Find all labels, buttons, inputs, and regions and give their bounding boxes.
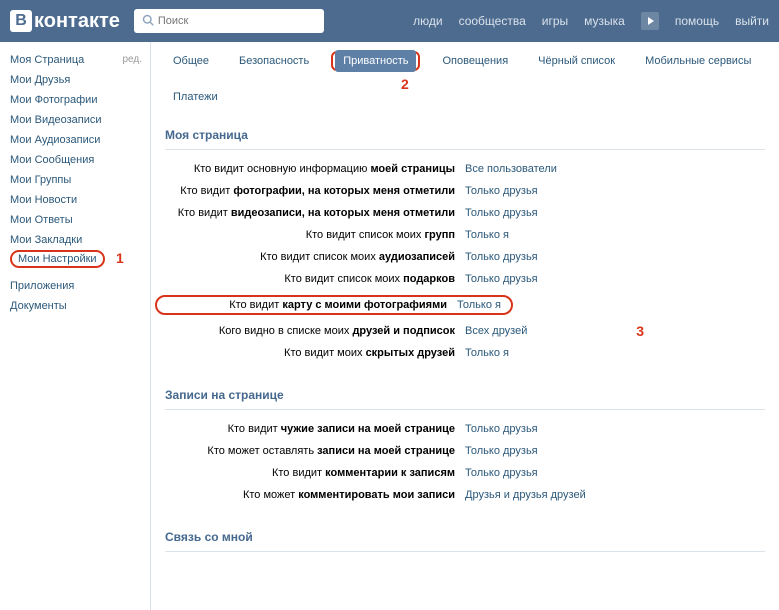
logo-text: контакте — [34, 10, 120, 33]
annotation-3: 3 — [636, 323, 644, 339]
privacy-row-value[interactable]: Только друзья — [465, 207, 538, 219]
privacy-row-value[interactable]: Только я — [465, 229, 509, 241]
section-contact: Связь со мной — [165, 524, 765, 552]
privacy-row-value[interactable]: Только друзья — [465, 251, 538, 263]
nav-help[interactable]: помощь — [675, 14, 719, 28]
sidebar-item-apps[interactable]: Приложения — [10, 276, 150, 296]
privacy-row: Кто может комментировать мои записиДрузь… — [165, 484, 765, 506]
privacy-row-label: Кто видит фотографии, на которых меня от… — [165, 185, 465, 197]
tab-notifications[interactable]: Оповещения — [434, 50, 516, 72]
sidebar-item-messages[interactable]: Мои Сообщения — [10, 150, 150, 170]
privacy-row: Кто видит чужие записи на моей страницеТ… — [165, 418, 765, 440]
privacy-row-label: Кто видит список моих подарков — [165, 273, 465, 285]
tab-blacklist[interactable]: Чёрный список — [530, 50, 623, 72]
sidebar-item-groups[interactable]: Мои Группы — [10, 170, 150, 190]
privacy-row: Кто видит комментарии к записямТолько др… — [165, 462, 765, 484]
privacy-row-label: Кто видит основную информацию моей стран… — [165, 163, 465, 175]
annotation-1: 1 — [116, 250, 124, 266]
tab-mobile[interactable]: Мобильные сервисы — [637, 50, 759, 72]
sidebar-item-mypage[interactable]: Моя Страница ред. — [10, 50, 150, 70]
privacy-row: Кто может оставлять записи на моей стран… — [165, 440, 765, 462]
sidebar-item-bookmarks[interactable]: Мои Закладки — [10, 230, 150, 250]
section-title: Записи на странице — [165, 382, 765, 410]
tab-general[interactable]: Общее — [165, 50, 217, 72]
privacy-row-value[interactable]: Только друзья — [465, 273, 538, 285]
logo-icon: B — [10, 10, 32, 32]
privacy-row-label: Кто может комментировать мои записи — [165, 489, 465, 501]
nav-games[interactable]: игры — [542, 14, 568, 28]
search-box[interactable] — [134, 9, 324, 33]
privacy-row: Кто видит список моих группТолько я — [165, 224, 765, 246]
play-icon[interactable] — [641, 12, 659, 30]
privacy-row-label: Кто видит видеозаписи, на которых меня о… — [165, 207, 465, 219]
tab-security[interactable]: Безопасность — [231, 50, 317, 72]
nav-logout[interactable]: выйти — [735, 14, 769, 28]
sidebar-item-docs[interactable]: Документы — [10, 296, 150, 316]
privacy-row: Кто видит моих скрытых друзейТолько я — [165, 342, 765, 364]
privacy-row-label: Кто видит список моих групп — [165, 229, 465, 241]
privacy-row-value[interactable]: Все пользователи — [465, 163, 557, 175]
privacy-row-value[interactable]: Друзья и друзья друзей — [465, 489, 586, 501]
privacy-row: Кто видит видеозаписи, на которых меня о… — [165, 202, 765, 224]
nav-music[interactable]: музыка — [584, 14, 625, 28]
privacy-row: Кого видно в списке моих друзей и подпис… — [165, 320, 765, 342]
sidebar-item-answers[interactable]: Мои Ответы — [10, 210, 150, 230]
sidebar-item-label: Мои Настройки — [18, 253, 97, 265]
section-wall: Записи на странице Кто видит чужие запис… — [165, 382, 765, 506]
annotation-2: 2 — [401, 76, 409, 92]
privacy-row: Кто видит список моих подарковТолько дру… — [165, 268, 765, 290]
section-my-page: Моя страница Кто видит основную информац… — [165, 122, 765, 364]
privacy-row-label: Кого видно в списке моих друзей и подпис… — [165, 325, 465, 337]
search-input[interactable] — [158, 15, 316, 27]
privacy-row-label: Кто видит карту с моими фотографиями — [167, 299, 457, 311]
nav-communities[interactable]: сообщества — [459, 14, 526, 28]
privacy-row-value[interactable]: Только друзья — [465, 445, 538, 457]
privacy-row: Кто видит список моих аудиозаписейТолько… — [165, 246, 765, 268]
tab-payments[interactable]: Платежи — [165, 86, 226, 108]
logo[interactable]: B контакте — [10, 10, 120, 33]
privacy-row-value[interactable]: Только я — [457, 299, 501, 311]
privacy-row-label: Кто может оставлять записи на моей стран… — [165, 445, 465, 457]
sidebar-item-settings[interactable]: Мои Настройки — [10, 250, 105, 268]
privacy-row: Кто видит фотографии, на которых меня от… — [165, 180, 765, 202]
privacy-row-value[interactable]: Только друзья — [465, 423, 538, 435]
sidebar-item-photos[interactable]: Мои Фотографии — [10, 90, 150, 110]
edit-link[interactable]: ред. — [122, 54, 142, 66]
privacy-row-value[interactable]: Только я — [465, 347, 509, 359]
privacy-row-label: Кто видит комментарии к записям — [165, 467, 465, 479]
annotation-highlight-row: Кто видит карту с моими фотографиямиТоль… — [155, 295, 513, 315]
settings-tabs: Общее Безопасность Приватность Оповещени… — [165, 50, 765, 108]
sidebar-item-friends[interactable]: Мои Друзья — [10, 70, 150, 90]
sidebar-item-audio[interactable]: Мои Аудиозаписи — [10, 130, 150, 150]
nav-people[interactable]: люди — [413, 14, 442, 28]
sidebar: Моя Страница ред. Мои Друзья Мои Фотогра… — [0, 42, 150, 610]
section-title: Связь со мной — [165, 524, 765, 552]
header: B контакте люди сообщества игры музыка п… — [0, 0, 779, 42]
privacy-row: Кто видит основную информацию моей стран… — [165, 158, 765, 180]
privacy-row-label: Кто видит моих скрытых друзей — [165, 347, 465, 359]
section-title: Моя страница — [165, 122, 765, 150]
privacy-row-value[interactable]: Только друзья — [465, 185, 538, 197]
sidebar-item-news[interactable]: Мои Новости — [10, 190, 150, 210]
search-icon — [142, 14, 154, 29]
annotation-highlight-tab: Приватность — [331, 51, 420, 71]
privacy-row-label: Кто видит список моих аудиозаписей — [165, 251, 465, 263]
sidebar-item-videos[interactable]: Мои Видеозаписи — [10, 110, 150, 130]
privacy-row-label: Кто видит чужие записи на моей странице — [165, 423, 465, 435]
sidebar-item-label: Моя Страница — [10, 54, 84, 66]
top-nav: люди сообщества игры музыка помощь выйти — [413, 12, 769, 30]
tab-privacy[interactable]: Приватность — [335, 50, 416, 72]
privacy-row-value[interactable]: Только друзья — [465, 467, 538, 479]
privacy-row-value[interactable]: Всех друзей — [465, 325, 527, 337]
main-content: Общее Безопасность Приватность Оповещени… — [150, 42, 779, 610]
